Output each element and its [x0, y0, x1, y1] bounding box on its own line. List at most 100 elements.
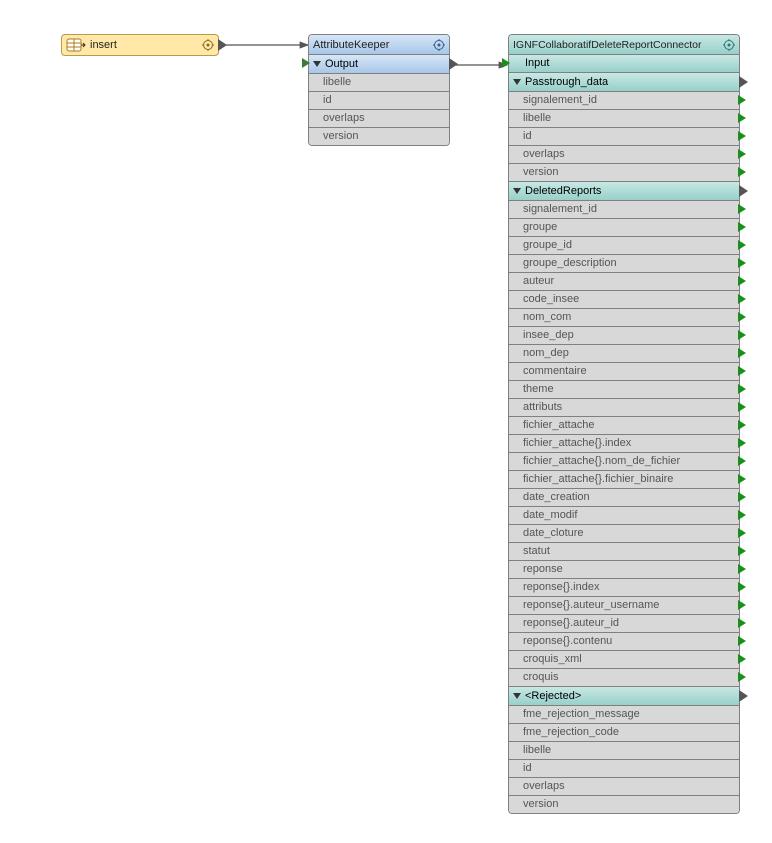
- attr-output-port[interactable]: [738, 131, 746, 141]
- attr-output-port[interactable]: [738, 402, 746, 412]
- attr-output-port[interactable]: [738, 564, 746, 574]
- gear-icon[interactable]: [723, 39, 735, 51]
- attr-output-port[interactable]: [738, 113, 746, 123]
- collapse-icon: [513, 188, 521, 194]
- attribute-row: statut: [509, 543, 739, 561]
- attribute-row: date_modif: [509, 507, 739, 525]
- attr-output-port[interactable]: [738, 420, 746, 430]
- attr-output-port[interactable]: [738, 348, 746, 358]
- attribute-row: fichier_attache{}.nom_de_fichier: [509, 453, 739, 471]
- attr-output-port[interactable]: [738, 312, 746, 322]
- attr-output-port[interactable]: [738, 654, 746, 664]
- collapse-icon: [513, 693, 521, 699]
- attr-output-port[interactable]: [738, 618, 746, 628]
- attribute-row: groupe_id: [509, 237, 739, 255]
- attr-output-port[interactable]: [738, 149, 746, 159]
- attribute-row: signalement_id: [509, 201, 739, 219]
- attribute-row: version: [309, 128, 449, 145]
- attr-output-port[interactable]: [738, 492, 746, 502]
- attribute-row: theme: [509, 381, 739, 399]
- gear-icon[interactable]: [433, 39, 445, 51]
- attr-output-port[interactable]: [738, 258, 746, 268]
- attribute-keeper-node[interactable]: AttributeKeeper Output libelleidoverlaps…: [308, 34, 450, 146]
- attribute-row: fichier_attache{}.fichier_binaire: [509, 471, 739, 489]
- reader-label: insert: [90, 39, 117, 51]
- ignf-connector-node[interactable]: IGNFCollaboratifDeleteReportConnector In…: [508, 34, 740, 814]
- attr-output-port[interactable]: [738, 582, 746, 592]
- attribute-row: commentaire: [509, 363, 739, 381]
- attribute-row: reponse: [509, 561, 739, 579]
- attribute-row: fme_rejection_code: [509, 724, 739, 742]
- output-section-header[interactable]: DeletedReports: [509, 182, 739, 201]
- database-icon: [66, 38, 86, 52]
- section-label: Passtrough_data: [525, 76, 608, 88]
- output-port[interactable]: [449, 58, 458, 70]
- attribute-row: version: [509, 796, 739, 813]
- attribute-row: croquis: [509, 669, 739, 687]
- attr-output-port[interactable]: [738, 204, 746, 214]
- attr-list: libelleidoverlapsversion: [309, 74, 449, 145]
- attr-output-port[interactable]: [738, 636, 746, 646]
- output-port[interactable]: [739, 185, 748, 197]
- output-port[interactable]: [739, 690, 748, 702]
- attr-output-port[interactable]: [738, 600, 746, 610]
- attr-output-port[interactable]: [738, 366, 746, 376]
- attr-output-port[interactable]: [738, 276, 746, 286]
- attr-output-port[interactable]: [738, 384, 746, 394]
- input-port[interactable]: [502, 58, 510, 68]
- attr-output-port[interactable]: [738, 672, 746, 682]
- gear-icon[interactable]: [202, 39, 214, 51]
- output-section[interactable]: Output: [309, 55, 449, 74]
- attribute-row: attributs: [509, 399, 739, 417]
- attribute-row: reponse{}.contenu: [509, 633, 739, 651]
- output-port[interactable]: [218, 39, 227, 51]
- output-section-header[interactable]: Passtrough_data: [509, 73, 739, 92]
- attribute-row: overlaps: [509, 146, 739, 164]
- attr-output-port[interactable]: [738, 330, 746, 340]
- attribute-row: groupe: [509, 219, 739, 237]
- attribute-row: croquis_xml: [509, 651, 739, 669]
- attribute-row: reponse{}.auteur_id: [509, 615, 739, 633]
- attribute-row: nom_com: [509, 309, 739, 327]
- attribute-row: insee_dep: [509, 327, 739, 345]
- attribute-row: id: [509, 760, 739, 778]
- attribute-row: fme_rejection_message: [509, 706, 739, 724]
- input-label: Input: [525, 57, 549, 69]
- section-label: DeletedReports: [525, 185, 601, 197]
- attr-output-port[interactable]: [738, 510, 746, 520]
- collapse-icon: [313, 61, 321, 67]
- attribute-row: nom_dep: [509, 345, 739, 363]
- input-port-row[interactable]: Input: [509, 55, 739, 73]
- attribute-row: libelle: [309, 74, 449, 92]
- attribute-row: overlaps: [509, 778, 739, 796]
- attribute-row: id: [309, 92, 449, 110]
- attr-output-port[interactable]: [738, 456, 746, 466]
- attr-output-port[interactable]: [738, 167, 746, 177]
- attribute-row: fichier_attache: [509, 417, 739, 435]
- attribute-row: date_creation: [509, 489, 739, 507]
- section-label: <Rejected>: [525, 690, 581, 702]
- attribute-row: date_cloture: [509, 525, 739, 543]
- attribute-row: reponse{}.index: [509, 579, 739, 597]
- attribute-row: libelle: [509, 110, 739, 128]
- output-port[interactable]: [739, 76, 748, 88]
- output-section-header[interactable]: <Rejected>: [509, 687, 739, 706]
- attribute-row: version: [509, 164, 739, 182]
- attr-output-port[interactable]: [738, 528, 746, 538]
- attribute-row: fichier_attache{}.index: [509, 435, 739, 453]
- attr-output-port[interactable]: [738, 240, 746, 250]
- input-port[interactable]: [302, 58, 310, 68]
- attribute-row: auteur: [509, 273, 739, 291]
- transformer-title: AttributeKeeper: [313, 39, 389, 51]
- attr-output-port[interactable]: [738, 438, 746, 448]
- attr-output-port[interactable]: [738, 474, 746, 484]
- attr-output-port[interactable]: [738, 222, 746, 232]
- attribute-row: code_insee: [509, 291, 739, 309]
- attribute-row: signalement_id: [509, 92, 739, 110]
- attr-output-port[interactable]: [738, 294, 746, 304]
- reader-node[interactable]: insert: [61, 34, 219, 56]
- attr-output-port[interactable]: [738, 546, 746, 556]
- attr-output-port[interactable]: [738, 95, 746, 105]
- attribute-row: groupe_description: [509, 255, 739, 273]
- attribute-row: overlaps: [309, 110, 449, 128]
